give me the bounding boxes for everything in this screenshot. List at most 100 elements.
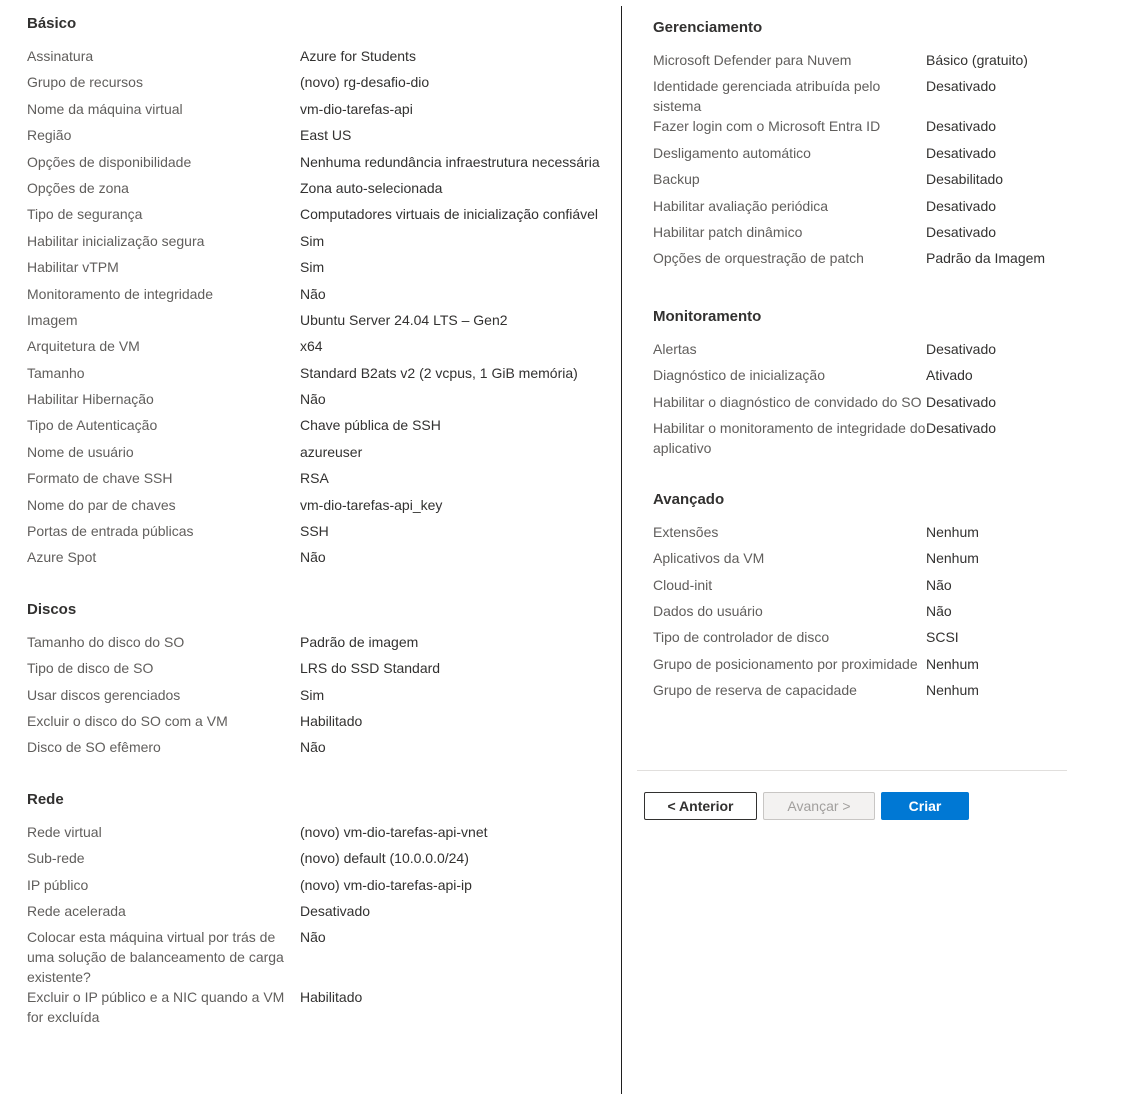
summary-row: Tamanho Standard B2ats v2 (2 vcpus, 1 GiB… (27, 363, 617, 389)
row-label: Habilitar inicialização segura (27, 232, 205, 249)
summary-row: Nome da máquina virtual vm-dio-tarefas-ap… (27, 99, 617, 125)
summary-row: Diagnóstico de inicialização Ativado (653, 365, 1073, 391)
summary-row: Formato de chave SSH RSA (27, 468, 617, 494)
summary-row: Usar discos gerenciados Sim (27, 685, 617, 711)
row-value: Desativado (926, 223, 997, 240)
row-label: Colocar esta máquina virtual por trás de… (27, 929, 284, 986)
row-label: IP público (27, 876, 89, 893)
summary-row: Tipo de Autenticação Chave pública de SSH (27, 415, 617, 441)
summary-row: Habilitar o monitoramento de integridade… (653, 418, 1073, 458)
row-value: Básico (gratuito) (926, 52, 1028, 68)
row-value: Não (300, 285, 326, 302)
summary-row: Fazer login com o Microsoft Entra ID Desa… (653, 116, 1073, 142)
summary-row: Tipo de disco de SO LRS do SSD Standard (27, 658, 617, 684)
previous-button[interactable]: < Anterior (644, 792, 757, 820)
row-label: Azure Spot (27, 549, 97, 566)
row-label: Grupo de posicionamento por proximidade (653, 655, 918, 672)
row-value: Desativado (926, 144, 997, 161)
summary-row: Colocar esta máquina virtual por trás de… (27, 927, 617, 987)
row-label: Disco de SO efêmero (27, 739, 161, 756)
row-value: Sim (300, 232, 325, 249)
row-value: Azure for Students (300, 48, 416, 64)
row-value: Desativado (926, 393, 997, 410)
section-avancado: Avançado Extensões Nenhum Aplicativos da V… (653, 490, 1073, 707)
row-value: (novo) vm-dio-tarefas-api-ip (300, 876, 472, 893)
row-label: Alertas (653, 340, 697, 357)
row-value: Nenhum (926, 550, 979, 567)
row-label: Rede acelerada (27, 902, 126, 919)
summary-row: Habilitar patch dinâmico Desativado (653, 222, 1073, 248)
row-value: Desativado (926, 340, 997, 357)
summary-row: Portas de entrada públicas SSH (27, 521, 617, 547)
row-value: Zona auto-selecionada (300, 179, 443, 196)
row-label: Opções de zona (27, 179, 129, 196)
summary-row: Grupo de posicionamento por proximidade N… (653, 654, 1073, 680)
row-label: Nome de usuário (27, 443, 134, 460)
row-label: Monitoramento de integridade (27, 285, 214, 302)
row-label: Nome do par de chaves (27, 496, 176, 513)
row-value: Não (300, 739, 326, 756)
row-label: Assinatura (27, 48, 94, 64)
row-value: LRS do SSD Standard (300, 660, 441, 677)
row-value: Padrão da Imagem (926, 250, 1046, 267)
row-label: Formato de chave SSH (27, 470, 173, 487)
row-value: Desativado (926, 197, 997, 214)
row-value: Ubuntu Server 24.04 LTS – Gen2 (300, 311, 508, 328)
row-value: (novo) default (10.0.0.0/24) (300, 850, 469, 867)
row-value: azureuser (300, 443, 363, 460)
summary-row: Tipo de segurança Computadores virtuais d… (27, 204, 617, 230)
row-label: Dados do usuário (653, 603, 763, 620)
summary-row: Opções de zona Zona auto-selecionada (27, 178, 617, 204)
footer-divider (637, 770, 1067, 771)
row-value: Não (300, 929, 326, 946)
section-title: Básico (27, 15, 77, 32)
section-title: Monitoramento (653, 307, 762, 325)
create-button[interactable]: Criar (881, 792, 969, 820)
section-title: Gerenciamento (653, 19, 763, 36)
summary-row: Sub-rede (novo) default (10.0.0.0/24) (27, 848, 617, 874)
row-value: Nenhum (926, 523, 979, 540)
row-label: Opções de orquestração de patch (653, 250, 864, 267)
summary-row: Grupo de recursos (novo) rg-desafio-dio (27, 72, 617, 98)
row-label: Habilitar vTPM (27, 259, 119, 276)
row-label: Tipo de Autenticação (27, 417, 158, 434)
row-label: Backup (653, 171, 700, 188)
row-label: Imagem (27, 311, 78, 328)
row-value: East US (300, 127, 352, 144)
summary-row: Habilitar vTPM Sim (27, 257, 617, 283)
summary-row: Azure Spot Não (27, 547, 617, 573)
row-value: Ativado (926, 367, 973, 384)
next-button[interactable]: Avançar > (763, 792, 875, 820)
summary-row: Extensões Nenhum (653, 522, 1073, 548)
column-divider (621, 6, 622, 1094)
row-value: Nenhuma redundância infraestrutura neces… (300, 153, 600, 170)
summary-row: Rede virtual (novo) vm-dio-tarefas-api-vn… (27, 822, 617, 848)
summary-row: Grupo de reserva de capacidade Nenhum (653, 680, 1073, 706)
section-gerenciamento: Gerenciamento Microsoft Defender para Nu… (653, 18, 1073, 275)
summary-row: Monitoramento de integridade Não (27, 284, 617, 310)
section-title: Discos (27, 600, 77, 618)
summary-row: Assinatura Azure for Students (27, 46, 617, 72)
row-value: vm-dio-tarefas-api_key (300, 496, 443, 513)
summary-row: Alertas Desativado (653, 339, 1073, 365)
summary-row: Nome do par de chaves vm-dio-tarefas-api_… (27, 495, 617, 521)
row-value: Habilitado (300, 712, 363, 729)
summary-row: Rede acelerada Desativado (27, 901, 617, 927)
left-column: Básico Assinatura Azure for Students Grupo… (27, 14, 617, 1027)
row-value: Desativado (926, 118, 997, 135)
summary-row: IP público (novo) vm-dio-tarefas-api-ip (27, 875, 617, 901)
summary-rows: Rede virtual (novo) vm-dio-tarefas-api-vn… (27, 822, 617, 1028)
row-label: Habilitar avaliação periódica (653, 197, 829, 214)
row-label: Rede virtual (27, 823, 102, 840)
row-value: Padrão de imagem (300, 633, 419, 650)
section-rede: Rede Rede virtual (novo) vm-dio-tarefas-a… (27, 790, 617, 1028)
row-label: Grupo de recursos (27, 74, 143, 91)
row-value: SSH (300, 523, 329, 540)
summary-row: Região East US (27, 125, 617, 151)
row-value: Não (926, 576, 952, 593)
row-label: Sub-rede (27, 850, 85, 867)
row-value: Sim (300, 259, 325, 276)
row-label: Extensões (653, 523, 719, 540)
row-label: Habilitar patch dinâmico (653, 223, 803, 240)
row-value: Não (300, 549, 326, 566)
